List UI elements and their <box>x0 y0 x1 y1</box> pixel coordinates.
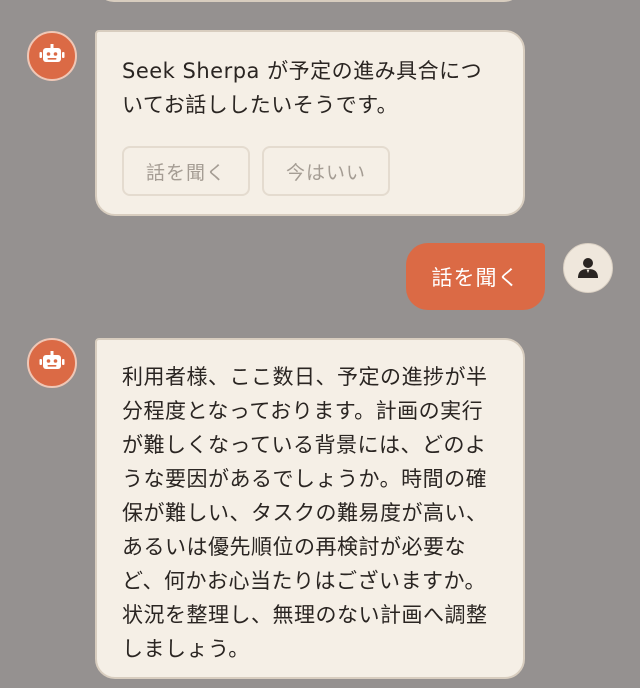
bot-message-text: Seek Sherpa が予定の進み具合についてお話ししたいそうです。 <box>122 59 483 117</box>
listen-choice-button[interactable]: 話を聞く <box>122 146 250 196</box>
bot-avatar <box>27 338 77 388</box>
bot-avatar <box>27 31 77 81</box>
robot-icon <box>39 351 65 369</box>
user-message-bubble: 話を聞く <box>406 243 545 310</box>
not-now-choice-button[interactable]: 今はいい <box>262 146 390 196</box>
bot-message-bubble: 利用者様、ここ数日、予定の進捗が半分程度となっております。計画の実行が難しくなっ… <box>95 338 525 679</box>
user-avatar <box>563 243 613 293</box>
reply-choices: 話を聞く 今はいい <box>122 146 498 196</box>
bot-message-bubble: Seek Sherpa が予定の進み具合についてお話ししたいそうです。 話を聞く… <box>95 30 525 216</box>
robot-icon <box>39 44 65 62</box>
user-icon <box>578 258 598 278</box>
previous-message-bubble <box>96 0 522 2</box>
bot-message-text: 利用者様、ここ数日、予定の進捗が半分程度となっております。計画の実行が難しくなっ… <box>122 365 488 661</box>
